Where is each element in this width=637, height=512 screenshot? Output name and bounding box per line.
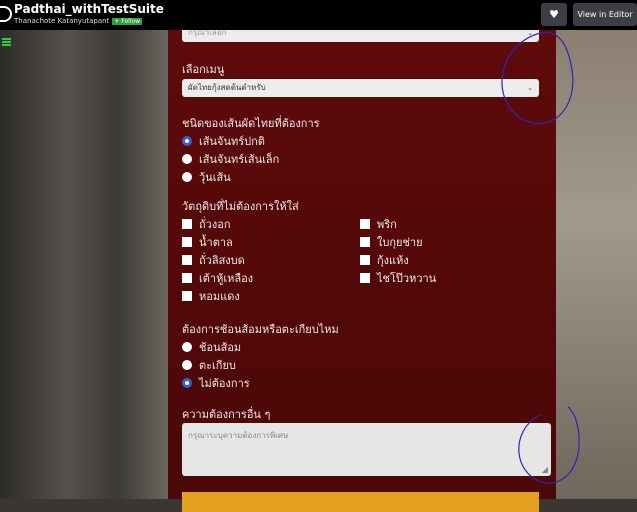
option-label: หอมแดง <box>199 290 240 303</box>
heart-icon: ♥ <box>549 8 559 21</box>
checkbox-icon[interactable] <box>360 255 370 265</box>
option-label: พริก <box>377 218 397 231</box>
option-label: ตะเกียบ <box>199 359 236 372</box>
option-label: กุ้งแห้ง <box>377 254 409 267</box>
follow-button[interactable]: + Follow <box>112 18 143 25</box>
notes-textarea[interactable]: กรุณาระบุความต้องการพิเศษ <box>182 423 551 476</box>
checkbox-icon[interactable] <box>360 273 370 283</box>
noodle-option[interactable]: เส้นจันทร์ปกติ <box>182 132 265 150</box>
utensil-option[interactable]: ไม่ต้องการ <box>182 374 250 392</box>
option-label: ใบกุยช่าย <box>377 236 423 249</box>
background-photo-left <box>0 30 168 499</box>
option-label: ไม่ต้องการ <box>199 377 250 390</box>
author-name[interactable]: Thanachote Katanyutapant <box>14 17 109 25</box>
option-label: เส้นจันทร์ปกติ <box>199 135 265 148</box>
exclude-checkbox[interactable]: น้ำตาล <box>182 233 233 251</box>
menu-icon[interactable] <box>2 38 11 40</box>
exclude-checkbox[interactable]: ใบกุยช่าย <box>360 233 423 251</box>
checkbox-icon[interactable] <box>182 219 192 229</box>
noodle-option[interactable]: เส้นจันทร์เส้นเล็ก <box>182 150 279 168</box>
option-label: ไชโป๊วหวาน <box>377 272 437 285</box>
option-label: ถั่วลิสงบด <box>199 254 245 267</box>
checkbox-icon[interactable] <box>182 255 192 265</box>
project-title[interactable]: Padthai_withTestSuite <box>14 2 164 16</box>
option-label: วุ้นเส้น <box>199 171 231 184</box>
notes-placeholder: กรุณาระบุความต้องการพิเศษ <box>188 431 289 440</box>
resize-handle-icon[interactable] <box>542 467 548 473</box>
radio-checked-icon[interactable] <box>182 378 192 388</box>
option-label: ช้อนส้อม <box>199 341 242 354</box>
exclude-checkbox[interactable]: ถั่วลิสงบด <box>182 251 245 269</box>
menu-select[interactable]: ผัดไทยกุ้งสดต้นตำหรับ ⌄ <box>182 79 539 97</box>
menu-select-value: ผัดไทยกุ้งสดต้นตำหรับ <box>188 83 266 92</box>
top-bar: Padthai_withTestSuite Thanachote Katanyu… <box>0 0 637 30</box>
notes-label: ความต้องการอื่น ๆ <box>182 408 271 421</box>
chevron-down-icon: ⌄ <box>527 84 533 92</box>
exclude-checkbox[interactable]: ไชโป๊วหวาน <box>360 269 436 287</box>
submit-button[interactable] <box>182 492 539 512</box>
option-label: เต้าหู้เหลือง <box>199 272 254 285</box>
background-photo-right <box>556 30 637 499</box>
radio-icon[interactable] <box>182 172 192 182</box>
utensil-option[interactable]: ตะเกียบ <box>182 356 236 374</box>
radio-icon[interactable] <box>182 360 192 370</box>
exclude-checkbox[interactable]: เต้าหู้เหลือง <box>182 269 253 287</box>
order-form: กรุณาเลือก ⌄ เลือกเมนู ผัดไทยกุ้งสดต้นตำห… <box>168 24 556 512</box>
exclude-label: วัตถุดิบที่ไม่ต้องการให้ใส่ <box>182 200 299 213</box>
exclude-checkbox[interactable]: กุ้งแห้ง <box>360 251 409 269</box>
exclude-checkbox[interactable]: หอมแดง <box>182 287 240 305</box>
checkbox-icon[interactable] <box>182 273 192 283</box>
author-line: Thanachote Katanyutapant + Follow <box>14 17 143 25</box>
option-label: ถั่วงอก <box>199 218 231 231</box>
radio-icon[interactable] <box>182 342 192 352</box>
logo-icon <box>0 6 12 22</box>
menu-label: เลือกเมนู <box>182 63 225 76</box>
option-label: น้ำตาล <box>199 236 233 249</box>
view-in-editor-button[interactable]: View in Editor <box>573 3 637 26</box>
radio-checked-icon[interactable] <box>182 136 192 146</box>
utensil-option[interactable]: ช้อนส้อม <box>182 338 241 356</box>
like-button[interactable]: ♥ <box>541 3 567 26</box>
checkbox-icon[interactable] <box>360 219 370 229</box>
noodle-option[interactable]: วุ้นเส้น <box>182 168 231 186</box>
exclude-checkbox[interactable]: ถั่วงอก <box>182 215 230 233</box>
checkbox-icon[interactable] <box>182 237 192 247</box>
utensil-label: ต้องการช้อนส้อมหรือตะเกียบไหม <box>182 323 339 336</box>
option-label: เส้นจันทร์เส้นเล็ก <box>199 153 280 166</box>
checkbox-icon[interactable] <box>360 237 370 247</box>
exclude-checkbox[interactable]: พริก <box>360 215 397 233</box>
radio-icon[interactable] <box>182 154 192 164</box>
checkbox-icon[interactable] <box>182 291 192 301</box>
noodle-label: ชนิดของเส้นผัดไทยที่ต้องการ <box>182 117 320 130</box>
